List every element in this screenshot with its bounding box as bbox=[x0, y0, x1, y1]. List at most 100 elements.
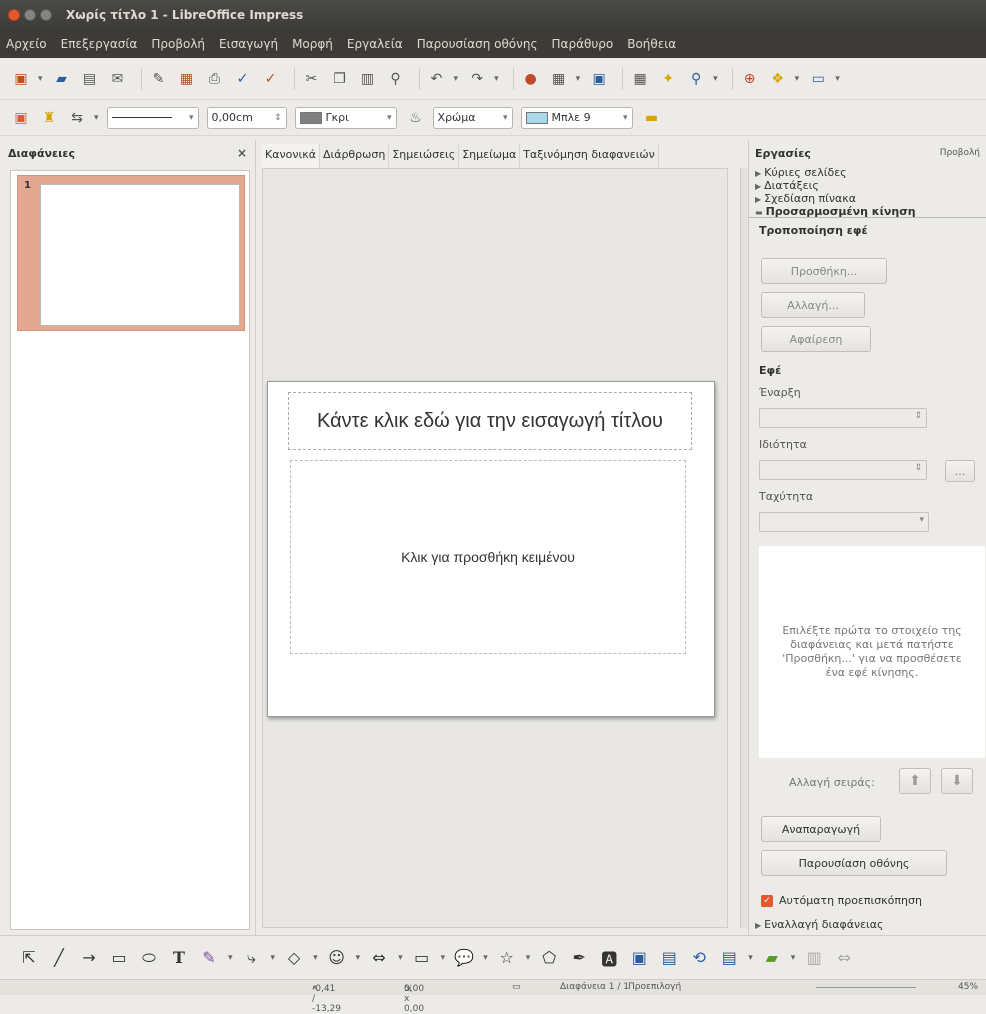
slides-list[interactable]: 1 bbox=[10, 170, 250, 930]
clone-format-icon[interactable]: ⚲ bbox=[385, 68, 407, 90]
insert-image-icon[interactable]: ▣ bbox=[628, 947, 650, 969]
add-effect-button[interactable]: Προσθήκη... bbox=[761, 258, 887, 284]
slideshow-button[interactable]: Παρουσίαση οθόνης bbox=[761, 850, 947, 876]
line-color-select[interactable]: Γκρι ▾ bbox=[294, 106, 397, 129]
align-dropdown-icon[interactable]: ▾ bbox=[748, 953, 753, 963]
fontwork-icon[interactable]: 🅰 bbox=[598, 947, 620, 969]
email-icon[interactable]: ✉ bbox=[107, 68, 129, 90]
arrow-line-icon[interactable]: → bbox=[78, 947, 100, 969]
save-icon[interactable]: ▤ bbox=[79, 68, 101, 90]
shadow-icon[interactable]: ▬ bbox=[641, 107, 663, 129]
body-placeholder[interactable]: Κλικ για προσθήκη κειμένου bbox=[290, 460, 686, 654]
move-up-icon[interactable]: ⬆ bbox=[899, 768, 931, 794]
section-layouts[interactable]: ▶ Διατάξεις bbox=[749, 179, 986, 192]
modified-icon[interactable]: ▭ bbox=[512, 982, 521, 992]
shadow-toggle-icon[interactable]: ▥ bbox=[803, 947, 825, 969]
slide-thumbnail[interactable]: 1 bbox=[17, 175, 245, 331]
callouts-icon[interactable]: 💬 bbox=[453, 947, 475, 969]
symbol-shapes-icon[interactable]: ☺ bbox=[326, 947, 348, 969]
alignment-icon[interactable]: ▤ bbox=[718, 947, 740, 969]
line-width-field[interactable]: 0,00cm ⇕ bbox=[206, 106, 287, 129]
gallery-icon[interactable]: ❖ bbox=[767, 68, 789, 90]
menu-help[interactable]: Βοήθεια bbox=[627, 37, 676, 51]
menu-window[interactable]: Παράθυρο bbox=[552, 37, 614, 51]
rectangle-icon[interactable]: ▭ bbox=[108, 947, 130, 969]
redo-dropdown-icon[interactable]: ▾ bbox=[494, 74, 499, 84]
line-style-select[interactable]: ▾ bbox=[106, 106, 199, 129]
basic-shapes-icon[interactable]: ◇ bbox=[283, 947, 305, 969]
shapes-dropdown-icon[interactable]: ▾ bbox=[313, 953, 318, 963]
display-views-icon[interactable]: ▭ bbox=[807, 68, 829, 90]
menu-edit[interactable]: Επεξεργασία bbox=[61, 37, 138, 51]
move-down-icon[interactable]: ⬇ bbox=[941, 768, 973, 794]
styles-icon[interactable]: ▣ bbox=[10, 107, 32, 129]
flowchart-dropdown-icon[interactable]: ▾ bbox=[441, 953, 446, 963]
undo-icon[interactable]: ↶ bbox=[426, 68, 448, 90]
ellipse-icon[interactable]: ⬭ bbox=[138, 947, 160, 969]
text-icon[interactable]: T bbox=[168, 947, 190, 969]
callouts-dropdown-icon[interactable]: ▾ bbox=[483, 953, 488, 963]
connector-dropdown-icon[interactable]: ▾ bbox=[271, 953, 276, 963]
area-color-select[interactable]: Μπλε 9 ▾ bbox=[520, 106, 633, 129]
menu-tools[interactable]: Εργαλεία bbox=[347, 37, 403, 51]
print-icon[interactable]: ⎙ bbox=[204, 68, 226, 90]
stars-dropdown-icon[interactable]: ▾ bbox=[526, 953, 531, 963]
effects-list[interactable]: Επιλέξτε πρώτα το στοιχείο της διαφάνεια… bbox=[759, 546, 985, 758]
extrusion-icon[interactable]: ⇔ bbox=[833, 947, 855, 969]
gallery-dropdown-icon[interactable]: ▾ bbox=[795, 74, 800, 84]
points-icon[interactable]: ⬠ bbox=[538, 947, 560, 969]
arrange-icon[interactable]: ▰ bbox=[761, 947, 783, 969]
menu-view[interactable]: Προβολή bbox=[151, 37, 205, 51]
zoom-icon[interactable]: ⚲ bbox=[685, 68, 707, 90]
fill-format-icon[interactable]: ♜ bbox=[38, 107, 60, 129]
play-button[interactable]: Αναπαραγωγή bbox=[761, 816, 881, 842]
connector-icon[interactable]: ⤷ bbox=[241, 947, 263, 969]
zoom-dropdown-icon[interactable]: ▾ bbox=[713, 74, 718, 84]
section-slide-transition[interactable]: ▶ Εναλλαγή διαφάνειας bbox=[755, 918, 883, 931]
section-custom-animation[interactable]: ▬ Προσαρμοσμένη κίνηση bbox=[749, 205, 986, 218]
zoom-level[interactable]: 45% bbox=[958, 982, 978, 992]
menu-file[interactable]: Αρχείο bbox=[6, 37, 47, 51]
menu-format[interactable]: Μορφή bbox=[292, 37, 333, 51]
curve-icon[interactable]: ✎ bbox=[198, 947, 220, 969]
rotate-icon[interactable]: ⟲ bbox=[688, 947, 710, 969]
property-options-button[interactable]: ... bbox=[945, 460, 975, 482]
new-document-icon[interactable]: ▣ bbox=[10, 68, 32, 90]
select-pointer-icon[interactable]: ⇱ bbox=[18, 947, 40, 969]
close-icon[interactable]: × bbox=[237, 146, 247, 160]
new-dropdown-icon[interactable]: ▾ bbox=[38, 74, 43, 84]
start-select[interactable]: ⇕ bbox=[759, 408, 927, 428]
window-minimize-button[interactable] bbox=[24, 9, 36, 21]
undo-dropdown-icon[interactable]: ▾ bbox=[454, 74, 459, 84]
area-style-select[interactable]: Χρώμα ▾ bbox=[432, 106, 513, 129]
table-dropdown-icon[interactable]: ▾ bbox=[576, 74, 581, 84]
zoom-slider[interactable] bbox=[816, 987, 916, 988]
grid-icon[interactable]: ▦ bbox=[629, 68, 651, 90]
slide-canvas[interactable]: Κάντε κλικ εδώ για την εισαγωγή τίτλου Κ… bbox=[267, 381, 715, 717]
line-ends-dropdown-icon[interactable]: ▾ bbox=[94, 113, 99, 123]
cut-icon[interactable]: ✂ bbox=[301, 68, 323, 90]
chart-icon[interactable]: ● bbox=[520, 68, 542, 90]
line-icon[interactable]: ╱ bbox=[48, 947, 70, 969]
tab-normal[interactable]: Κανονικά bbox=[262, 144, 320, 168]
section-table-design[interactable]: ▶ Σχεδίαση πίνακα bbox=[749, 192, 986, 205]
menu-insert[interactable]: Εισαγωγή bbox=[219, 37, 278, 51]
redo-icon[interactable]: ↷ bbox=[466, 68, 488, 90]
help-icon[interactable]: ⊕ bbox=[739, 68, 761, 90]
tab-slide-sorter[interactable]: Ταξινόμηση διαφανειών bbox=[520, 144, 659, 168]
flowchart-icon[interactable]: ▭ bbox=[411, 947, 433, 969]
title-placeholder[interactable]: Κάντε κλικ εδώ για την εισαγωγή τίτλου bbox=[288, 392, 692, 450]
export-pdf-icon[interactable]: ▦ bbox=[176, 68, 198, 90]
stars-icon[interactable]: ☆ bbox=[496, 947, 518, 969]
tab-outline[interactable]: Διάρθρωση bbox=[320, 144, 390, 168]
change-effect-button[interactable]: Αλλαγή... bbox=[761, 292, 865, 318]
copy-icon[interactable]: ❐ bbox=[329, 68, 351, 90]
arrange-dropdown-icon[interactable]: ▾ bbox=[791, 953, 796, 963]
area-icon[interactable]: ♨ bbox=[405, 107, 427, 129]
menu-slideshow[interactable]: Παρουσίαση οθόνης bbox=[417, 37, 538, 51]
property-select[interactable]: ⇕ bbox=[759, 460, 927, 480]
spellcheck-icon[interactable]: ✓ bbox=[232, 68, 254, 90]
block-arrows-icon[interactable]: ⇔ bbox=[368, 947, 390, 969]
edit-file-icon[interactable]: ✎ bbox=[148, 68, 170, 90]
speed-select[interactable]: ▾ bbox=[759, 512, 929, 532]
